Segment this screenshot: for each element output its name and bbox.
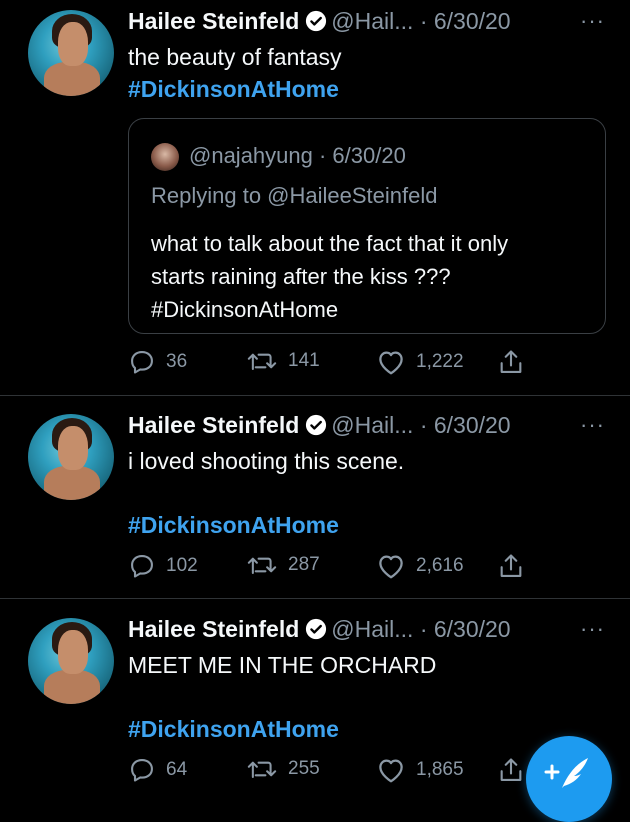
- reply-button[interactable]: 64: [128, 756, 187, 784]
- tweet-date[interactable]: · 6/30/20: [420, 616, 511, 642]
- quoted-text-line: what to talk about the fact that it only: [151, 231, 509, 256]
- author-name[interactable]: Hailee Steinfeld: [128, 412, 299, 438]
- author-handle[interactable]: @Hail...: [331, 8, 413, 34]
- like-count: 1,865: [416, 759, 464, 780]
- heart-icon: [379, 759, 403, 783]
- tweet-text: MEET ME IN THE ORCHARD: [128, 652, 437, 678]
- retweet-button[interactable]: 141: [246, 348, 320, 374]
- tweet-date[interactable]: · 6/30/20: [420, 8, 511, 34]
- reply-icon: [131, 351, 153, 374]
- hashtag-link[interactable]: #DickinsonAtHome: [128, 76, 339, 103]
- verified-badge-icon: [305, 10, 327, 38]
- avatar[interactable]: [28, 414, 114, 500]
- divider: [0, 598, 630, 599]
- share-button[interactable]: [498, 552, 534, 580]
- heart-icon: [379, 555, 403, 579]
- tweet-header: Hailee Steinfeld @Hail... · 6/30/20: [128, 616, 511, 648]
- reply-icon: [131, 759, 153, 782]
- tweet-header: Hailee Steinfeld @Hail... · 6/30/20: [128, 8, 511, 40]
- hashtag-link[interactable]: #DickinsonAtHome: [128, 512, 339, 539]
- verified-badge-icon: [305, 618, 327, 646]
- tweet-1[interactable]: Hailee Steinfeld @Hail... · 6/30/20 ··· t…: [0, 0, 630, 395]
- like-button[interactable]: 1,865: [376, 756, 464, 784]
- more-options-icon[interactable]: ···: [580, 616, 605, 642]
- quoted-handle-date: @najahyung · 6/30/20: [189, 143, 406, 168]
- heart-icon: [379, 351, 403, 375]
- avatar[interactable]: [28, 618, 114, 704]
- retweet-icon: [247, 557, 277, 575]
- compose-tweet-icon: [544, 758, 588, 788]
- reply-count: 36: [166, 351, 188, 372]
- tweet-2[interactable]: Hailee Steinfeld @Hail... · 6/30/20 ··· i…: [0, 396, 630, 596]
- reply-count: 102: [166, 555, 198, 576]
- like-button[interactable]: 1,222: [376, 348, 464, 376]
- retweet-count: 255: [288, 758, 320, 779]
- reply-count: 64: [166, 759, 188, 780]
- more-options-icon[interactable]: ···: [580, 412, 605, 438]
- reply-button[interactable]: 102: [128, 552, 198, 580]
- quoted-text-line: starts raining after the kiss ???: [151, 264, 451, 289]
- verified-badge-icon: [305, 414, 327, 442]
- like-count: 2,616: [416, 555, 464, 576]
- author-handle[interactable]: @Hail...: [331, 412, 413, 438]
- tweet-actions: 36 141 1,222: [128, 348, 548, 378]
- author-name[interactable]: Hailee Steinfeld: [128, 8, 299, 34]
- retweet-icon: [247, 761, 277, 779]
- tweet-header: Hailee Steinfeld @Hail... · 6/30/20: [128, 412, 511, 444]
- share-icon: [500, 554, 522, 577]
- like-button[interactable]: 2,616: [376, 552, 464, 580]
- author-name[interactable]: Hailee Steinfeld: [128, 616, 299, 642]
- compose-tweet-button[interactable]: [526, 736, 612, 822]
- retweet-count: 287: [288, 554, 320, 575]
- replying-to-label: Replying to @HaileeSteinfeld: [151, 183, 438, 208]
- avatar[interactable]: [28, 10, 114, 96]
- share-icon: [500, 758, 522, 781]
- reply-button[interactable]: 36: [128, 348, 187, 376]
- retweet-count: 141: [288, 350, 320, 371]
- quoted-tweet[interactable]: @najahyung · 6/30/20 Replying to @Hailee…: [128, 118, 606, 334]
- tweet-text: the beauty of fantasy: [128, 44, 342, 70]
- share-button[interactable]: [498, 348, 534, 376]
- author-handle[interactable]: @Hail...: [331, 616, 413, 642]
- share-icon: [500, 350, 522, 373]
- quoted-text-line: #DickinsonAtHome: [151, 297, 339, 322]
- quoted-text: what to talk about the fact that it only…: [151, 227, 591, 326]
- retweet-button[interactable]: 255: [246, 756, 320, 782]
- more-options-icon[interactable]: ···: [580, 8, 605, 34]
- tweet-date[interactable]: · 6/30/20: [420, 412, 511, 438]
- hashtag-link[interactable]: #DickinsonAtHome: [128, 716, 339, 743]
- tweet-actions: 64 255 1,865: [128, 756, 548, 786]
- quoted-avatar: [151, 143, 179, 171]
- like-count: 1,222: [416, 351, 464, 372]
- tweet-actions: 102 287 2,616: [128, 552, 548, 582]
- retweet-icon: [247, 353, 277, 371]
- reply-icon: [131, 555, 153, 578]
- retweet-button[interactable]: 287: [246, 552, 320, 578]
- tweet-text: i loved shooting this scene.: [128, 448, 405, 474]
